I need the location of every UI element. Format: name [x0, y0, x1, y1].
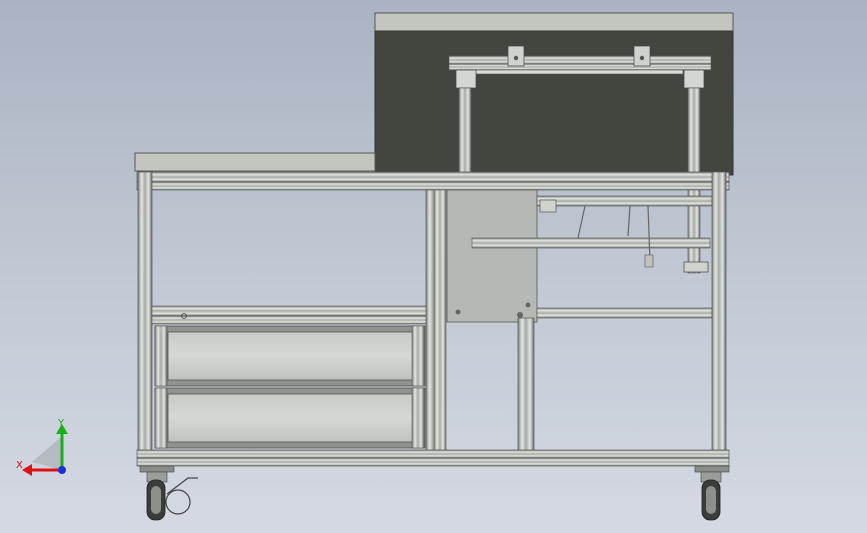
y-axis-label: Y	[57, 418, 65, 429]
drawer-upper	[154, 325, 426, 387]
caster-left	[139, 465, 198, 521]
left-worktop	[134, 152, 376, 172]
x-axis-label: X	[16, 460, 23, 471]
cad-viewport[interactable]: Y X	[0, 0, 867, 533]
center-mechanism	[446, 189, 713, 323]
machine-frame-front-view: Y X	[16, 12, 734, 521]
upper-housing	[374, 12, 734, 176]
z-axis-dot	[58, 466, 66, 474]
mid-beams	[151, 305, 427, 325]
coordinate-triad: Y X	[16, 418, 68, 476]
caster-right	[694, 465, 730, 521]
top-frame-beam	[136, 171, 730, 191]
drawer-lower	[154, 387, 426, 449]
bottom-frame-beam	[136, 449, 730, 467]
